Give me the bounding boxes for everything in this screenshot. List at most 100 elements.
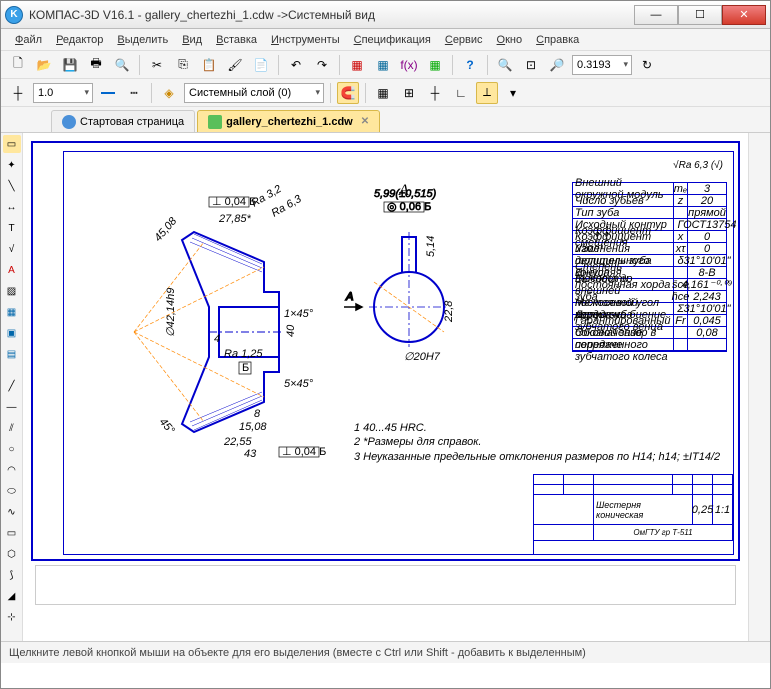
paste-button[interactable]: 📋 (198, 54, 220, 76)
menu-editor[interactable]: Редактор (50, 32, 109, 48)
svg-text:8: 8 (254, 408, 261, 420)
svg-text:⊥ 0,04 Б: ⊥ 0,04 Б (282, 446, 326, 458)
refresh-button[interactable]: ↻ (636, 54, 658, 76)
line-tool[interactable]: ╲ (3, 177, 21, 195)
line-type-button[interactable]: ┉ (123, 82, 145, 104)
report-button[interactable]: ▦ (424, 54, 446, 76)
zoom-fit-button[interactable]: ⊡ (520, 54, 542, 76)
polygon-tool[interactable]: ⬡ (3, 545, 21, 563)
preview-button[interactable]: 🔍 (111, 54, 133, 76)
point-tool[interactable]: ✦ (3, 156, 21, 174)
close-button[interactable]: ✕ (722, 5, 766, 25)
gear-parameter-table: Внешний окружной модульmₑ3Число зубьевz2… (572, 182, 727, 352)
local-cs-button[interactable]: ⟂ (476, 82, 498, 104)
solid-line-icon[interactable] (97, 82, 119, 104)
open-button[interactable]: 📂 (33, 54, 55, 76)
hatch-tool[interactable]: ▨ (3, 282, 21, 300)
roughness-tool[interactable]: √ (3, 240, 21, 258)
properties-button[interactable]: 📄 (250, 54, 272, 76)
save-button[interactable]: 💾 (59, 54, 81, 76)
new-button[interactable]: 🗋 (7, 54, 29, 76)
copy-button[interactable]: ⎘ (172, 54, 194, 76)
close-tab-icon[interactable]: ✕ (361, 116, 369, 127)
layer-icon[interactable]: ◈ (158, 82, 180, 104)
tab-label: gallery_chertezhi_1.cdw (226, 116, 353, 128)
variables-button[interactable]: f(x) (398, 54, 420, 76)
fillet-tool[interactable]: ⟆ (3, 566, 21, 584)
maximize-button[interactable]: ☐ (678, 5, 722, 25)
document-tabs: Стартовая страница gallery_chertezhi_1.c… (1, 107, 770, 133)
menu-tools[interactable]: Инструменты (265, 32, 346, 48)
title-block: Шестерня коническая0,251:1 ОмГТУ гр Т-51… (533, 474, 733, 554)
menu-spec[interactable]: Спецификация (348, 32, 437, 48)
hline-tool[interactable]: — (3, 398, 21, 416)
spline-tool[interactable]: ∿ (3, 503, 21, 521)
snap-button[interactable]: 🧲 (337, 82, 359, 104)
aux-tool[interactable]: ⊹ (3, 608, 21, 626)
zoom-in-button[interactable]: 🔍 (494, 54, 516, 76)
snap-dropdown-button[interactable]: ▾ (502, 82, 524, 104)
status-bar: Щелкните левой кнопкой мыши на объекте д… (1, 641, 770, 663)
para-tool[interactable]: ⫽ (3, 419, 21, 437)
menu-window[interactable]: Окно (491, 32, 529, 48)
drawing-canvas[interactable]: √Ra 6,3 (√) (23, 133, 748, 641)
chamfer-tool[interactable]: ◢ (3, 587, 21, 605)
global-snap-button[interactable]: ∟ (450, 82, 472, 104)
drawing-sheet: √Ra 6,3 (√) (31, 141, 740, 561)
select-tool[interactable]: ▭ (3, 135, 21, 153)
svg-text:1×45°: 1×45° (284, 308, 314, 320)
line-style-button[interactable]: ┼ (7, 82, 29, 104)
svg-text:5,14: 5,14 (425, 236, 437, 257)
main-view: 27,85* 22,55 43 15,08 8 4 5×45° 1×45° 40… (124, 192, 324, 452)
kompas-icon (62, 115, 76, 129)
print-button[interactable]: 🖶 (85, 54, 107, 76)
manager-button[interactable]: ▦ (346, 54, 368, 76)
redo-button[interactable]: ↷ (311, 54, 333, 76)
segment-tool[interactable]: ╱ (3, 377, 21, 395)
svg-text:27,85*: 27,85* (218, 213, 252, 225)
secondary-toolbar: ┼ 1.0 ┉ ◈ Системный слой (0) 🧲 ▦ ⊞ ┼ ∟ ⟂… (1, 79, 770, 107)
circle-tool[interactable]: ○ (3, 440, 21, 458)
minimize-button[interactable]: — (634, 5, 678, 25)
tab-document[interactable]: gallery_chertezhi_1.cdw ✕ (197, 110, 380, 132)
zoom-out-button[interactable]: 🔎 (546, 54, 568, 76)
text-tool[interactable]: T (3, 219, 21, 237)
grid-settings-button[interactable]: ⊞ (398, 82, 420, 104)
ortho-button[interactable]: ┼ (424, 82, 446, 104)
line-width-dropdown[interactable]: 1.0 (33, 83, 93, 103)
status-text: Щелкните левой кнопкой мыши на объекте д… (9, 647, 586, 659)
menu-help[interactable]: Справка (530, 32, 585, 48)
svg-text:5×45°: 5×45° (284, 378, 314, 390)
svg-text:4: 4 (214, 333, 220, 345)
svg-text:45°: 45° (157, 416, 177, 437)
ellipse-tool[interactable]: ⬭ (3, 482, 21, 500)
table-tool[interactable]: ▦ (3, 303, 21, 321)
section-label: А (399, 182, 409, 200)
undo-button[interactable]: ↶ (285, 54, 307, 76)
library-button[interactable]: ▦ (372, 54, 394, 76)
general-roughness: √Ra 6,3 (√) (673, 160, 723, 171)
tab-start-page[interactable]: Стартовая страница (51, 110, 195, 132)
grid-button[interactable]: ▦ (372, 82, 394, 104)
brush-button[interactable]: 🖌 (224, 54, 246, 76)
layer-dropdown[interactable]: Системный слой (0) (184, 83, 324, 103)
drawing-frame: √Ra 6,3 (√) (63, 151, 734, 555)
menu-file[interactable]: Файл (9, 32, 48, 48)
menu-select[interactable]: Выделить (111, 32, 174, 48)
view-tool[interactable]: ▣ (3, 324, 21, 342)
section-view: А ◎ 0,06 Б 5,99(±0,515) (354, 182, 474, 382)
help-button[interactable]: ? (459, 54, 481, 76)
menu-service[interactable]: Сервис (439, 32, 489, 48)
rect-tool[interactable]: ▭ (3, 524, 21, 542)
note-3: 3 Неуказанные предельные отклонения разм… (354, 450, 720, 464)
menu-insert[interactable]: Вставка (210, 32, 263, 48)
arc-tool[interactable]: ◠ (3, 461, 21, 479)
spec-tool[interactable]: ▤ (3, 345, 21, 363)
menu-view[interactable]: Вид (176, 32, 208, 48)
dimension-tool[interactable]: ↔ (3, 198, 21, 216)
zoom-value-dropdown[interactable]: 0.3193 (572, 55, 632, 75)
axis-tool[interactable]: A (3, 261, 21, 279)
right-scroll-panel[interactable] (748, 133, 770, 641)
svg-text:15,08: 15,08 (239, 421, 267, 433)
cut-button[interactable]: ✂ (146, 54, 168, 76)
